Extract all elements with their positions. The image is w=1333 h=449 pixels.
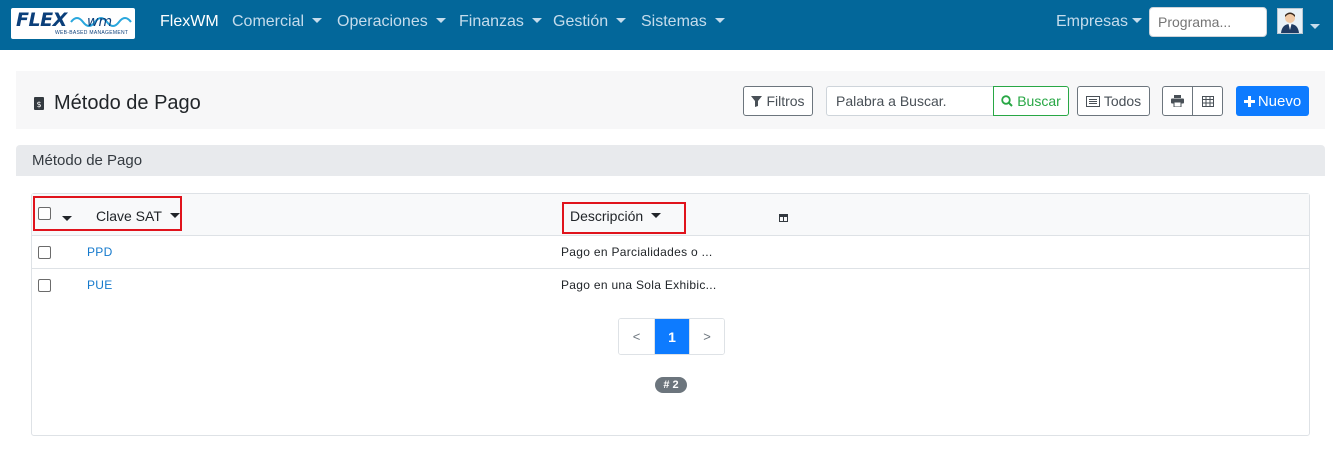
grid-view-button[interactable] xyxy=(1192,86,1223,116)
page-title: Método de Pago xyxy=(54,92,201,114)
caret-down-icon xyxy=(1132,17,1143,23)
nav-menu-comercial[interactable]: Comercial xyxy=(232,13,323,31)
row-checkbox[interactable] xyxy=(38,246,51,259)
table-row[interactable]: PUE Pago en una Sola Exhibic... xyxy=(32,269,1309,302)
highlight-box xyxy=(33,196,182,231)
user-menu-caret[interactable] xyxy=(1310,19,1320,37)
show-all-label: Todos xyxy=(1103,93,1142,109)
nav-menu-label: Operaciones xyxy=(337,13,428,30)
nav-menu-label: Comercial xyxy=(232,13,305,30)
nav-menu-label: Finanzas xyxy=(459,13,524,30)
svg-text:$: $ xyxy=(36,100,41,109)
print-button[interactable] xyxy=(1162,86,1193,116)
show-all-button[interactable]: Todos xyxy=(1077,86,1150,116)
nav-menu-label: Empresas xyxy=(1056,13,1129,30)
caret-down-icon xyxy=(616,17,627,23)
results-table: Clave SAT Descripción PPD Pago en Parcia… xyxy=(31,193,1310,436)
clave-sat-link[interactable]: PPD xyxy=(87,245,113,259)
program-search-input[interactable] xyxy=(1149,7,1267,37)
record-count-badge: # 2 xyxy=(655,377,687,393)
filter-icon xyxy=(751,95,763,107)
table-header: Clave SAT Descripción xyxy=(32,194,1309,236)
logo-suffix: wm xyxy=(87,14,113,30)
user-avatar[interactable] xyxy=(1277,8,1303,34)
new-button[interactable]: Nuevo xyxy=(1236,86,1309,116)
highlight-box xyxy=(562,202,686,234)
top-navbar: FLEX wm WEB-BASED MANAGEMENT FlexWM Come… xyxy=(0,0,1333,50)
caret-down-icon xyxy=(312,17,323,23)
column-settings-icon[interactable] xyxy=(779,214,788,222)
nav-menu-gestion[interactable]: Gestión xyxy=(553,13,627,31)
list-icon xyxy=(1085,95,1100,107)
filters-label: Filtros xyxy=(766,93,805,109)
description-cell: Pago en Parcialidades o ... xyxy=(561,245,713,259)
caret-down-icon xyxy=(531,17,542,23)
previous-page-button[interactable]: < xyxy=(619,319,654,354)
search-button-label: Buscar xyxy=(1017,93,1061,109)
nav-menu-operaciones[interactable]: Operaciones xyxy=(337,13,446,31)
next-page-button[interactable]: > xyxy=(689,319,724,354)
logo-tagline: WEB-BASED MANAGEMENT xyxy=(55,30,129,36)
table-icon xyxy=(1201,95,1214,107)
nav-menu-sistemas[interactable]: Sistemas xyxy=(641,13,725,31)
section-title: Método de Pago xyxy=(32,152,143,169)
filters-button[interactable]: Filtros xyxy=(743,86,813,116)
caret-down-icon xyxy=(714,17,725,23)
nav-menu-finanzas[interactable]: Finanzas xyxy=(459,13,542,31)
flexwm-logo[interactable]: FLEX wm WEB-BASED MANAGEMENT xyxy=(11,8,135,39)
section-header: Método de Pago xyxy=(16,145,1325,176)
clave-sat-link[interactable]: PUE xyxy=(87,278,113,292)
description-cell: Pago en una Sola Exhibic... xyxy=(561,278,717,292)
user-icon xyxy=(1278,9,1302,33)
print-icon xyxy=(1171,95,1184,107)
search-icon xyxy=(1001,95,1013,107)
caret-down-icon xyxy=(1310,23,1320,29)
page-1-button[interactable]: 1 xyxy=(654,319,689,354)
new-button-label: Nuevo xyxy=(1257,92,1302,110)
search-button[interactable]: Buscar xyxy=(993,86,1069,116)
pagination: < 1 > xyxy=(618,318,725,355)
payment-document-icon: $ xyxy=(34,97,44,110)
nav-menu-label: Gestión xyxy=(553,13,609,30)
plus-icon xyxy=(1243,95,1255,107)
nav-brand[interactable]: FlexWM xyxy=(160,13,219,31)
table-row[interactable]: PPD Pago en Parcialidades o ... xyxy=(32,236,1309,269)
row-checkbox[interactable] xyxy=(38,279,51,292)
nav-menu-empresas[interactable]: Empresas xyxy=(1056,13,1143,31)
keyword-search-input[interactable] xyxy=(826,86,994,116)
nav-menu-label: Sistemas xyxy=(641,13,707,30)
caret-down-icon xyxy=(435,17,446,23)
logo-text: FLEX xyxy=(16,9,67,31)
